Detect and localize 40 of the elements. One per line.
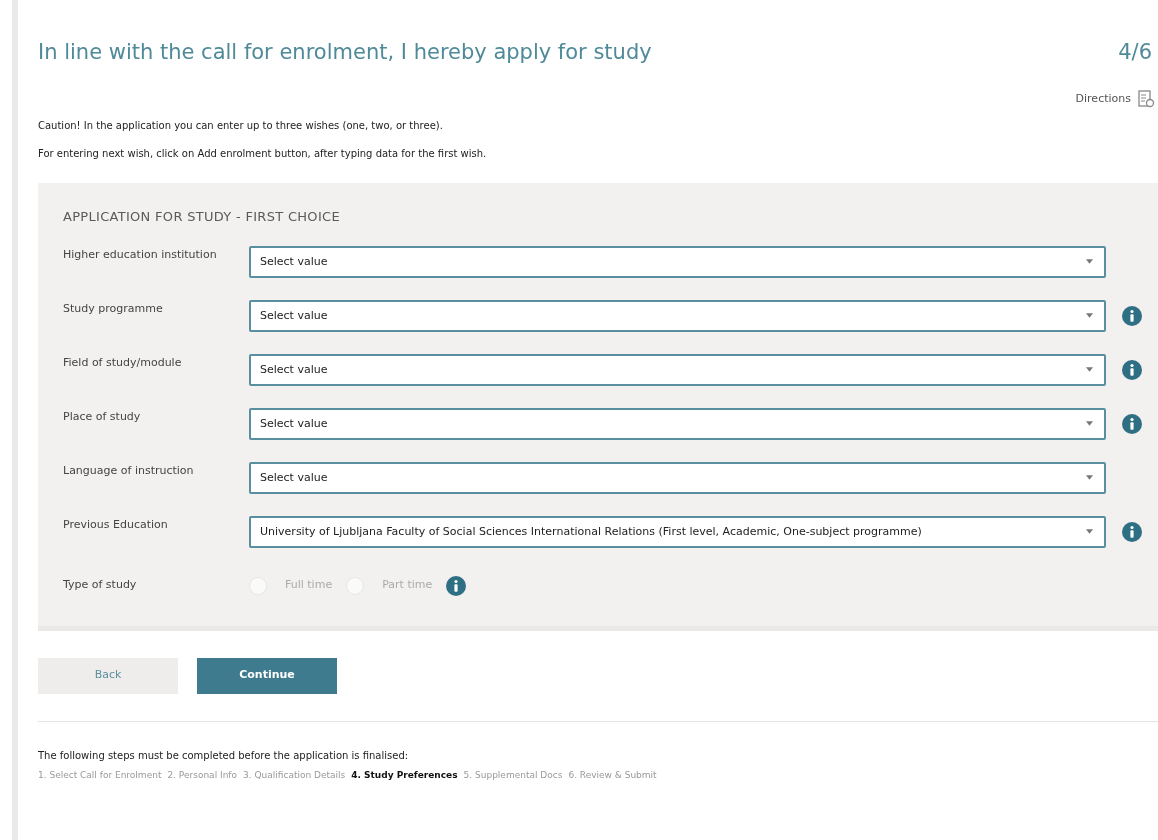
select-field[interactable]: Select value xyxy=(249,245,1106,278)
step-counter: 4/6 xyxy=(1118,39,1152,66)
caret-icon xyxy=(1085,259,1093,264)
field-label: Place of study xyxy=(63,408,142,424)
field-label: Previous Education xyxy=(63,516,169,532)
caret-icon xyxy=(1085,475,1093,480)
info-icon[interactable] xyxy=(1122,305,1142,326)
step-link[interactable]: 1. Select Call for Enrolment xyxy=(38,768,162,782)
info-icon[interactable] xyxy=(446,575,467,596)
select-field[interactable]: Select value xyxy=(249,461,1106,494)
back-button[interactable]: Back xyxy=(38,657,178,694)
caution-text: For entering next wish, click on Add enrolment button, after typing data for the first wish. xyxy=(38,147,488,161)
field-label: Language of instruction xyxy=(63,462,195,478)
continue-button[interactable]: Continue xyxy=(197,657,337,694)
caution-text: Caution! In the application you can enter up to three wishes (one, two, or three). xyxy=(38,119,444,133)
step-link[interactable]: 4. Study Preferences xyxy=(351,768,458,782)
document-icon[interactable] xyxy=(1137,90,1155,108)
field-label: Type of study xyxy=(63,577,138,594)
info-icon[interactable] xyxy=(1122,359,1142,380)
select-field[interactable]: University of Ljubljana Faculty of Social Sciences International Relations (First level, Academic, One-subject programme) xyxy=(249,515,1106,548)
field-label: Field of study/module xyxy=(63,354,183,370)
step-link[interactable]: 5. Supplemental Docs xyxy=(463,768,563,782)
step-link[interactable]: 3. Qualification Details xyxy=(243,768,346,782)
directions-link[interactable]: Directions xyxy=(1075,90,1131,108)
select-field[interactable]: Select value xyxy=(249,407,1106,440)
steps-note: The following steps must be completed before the application is finalised: xyxy=(38,748,410,763)
page-title: In line with the call for enrolment, I hereby apply for study xyxy=(38,39,652,66)
caret-icon xyxy=(1085,367,1093,372)
field-label: Higher education institution xyxy=(63,246,218,262)
panel-heading: APPLICATION FOR STUDY - FIRST CHOICE xyxy=(63,208,341,226)
step-link[interactable]: 2. Personal Info xyxy=(167,768,238,782)
select-field[interactable]: Select value xyxy=(249,299,1106,332)
info-icon[interactable] xyxy=(1122,521,1142,542)
caret-icon xyxy=(1085,313,1093,318)
select-field[interactable]: Select value xyxy=(249,353,1106,386)
caret-icon xyxy=(1085,529,1093,534)
step-link[interactable]: 6. Review & Submit xyxy=(568,768,657,782)
caret-icon xyxy=(1085,421,1093,426)
field-label: Study programme xyxy=(63,300,164,316)
info-icon[interactable] xyxy=(1122,413,1142,434)
